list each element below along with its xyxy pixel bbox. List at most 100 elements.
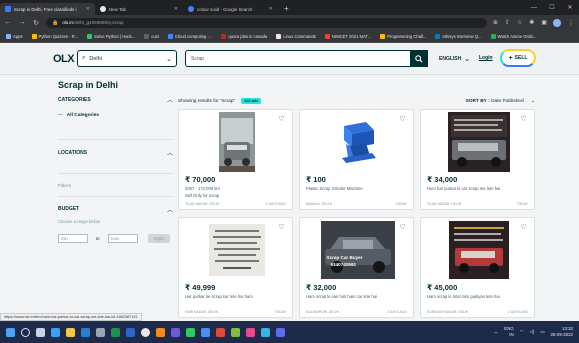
favorite-heart-icon[interactable]: ♡	[397, 221, 408, 232]
favorite-heart-icon[interactable]: ♡	[397, 113, 408, 124]
favorite-heart-icon[interactable]: ♡	[518, 113, 529, 124]
close-icon[interactable]: ✕	[269, 6, 273, 12]
location-value: Delhi	[89, 55, 102, 62]
bookmark-favicon-icon	[380, 33, 386, 39]
bookmark-item[interactable]: NIMCET 2021 MAT...	[324, 33, 371, 39]
bookmark-favicon-icon	[490, 33, 496, 39]
sell-button[interactable]: + SELL	[500, 49, 536, 67]
url-path: /delhi_g4058659/q-scrap	[72, 20, 124, 25]
poster-banner-text: Scrap Car Buyer	[326, 254, 363, 260]
app-icon[interactable]	[276, 327, 285, 337]
olx-logo[interactable]: OLX	[53, 53, 75, 65]
wifi-icon[interactable]: ◠	[520, 329, 524, 335]
app-icon[interactable]	[216, 327, 225, 337]
tab-google-search[interactable]: colour soiid - Google Search ✕	[183, 3, 278, 15]
app-icon[interactable]	[231, 327, 240, 337]
app-icon[interactable]	[261, 327, 270, 337]
url-field[interactable]: 🔒 olx.in/delhi_g4058659/q-scrap	[46, 17, 487, 28]
store-icon[interactable]	[81, 327, 90, 337]
listing-card[interactable]: ♡ ₹ 49,999 Har parkar ke scrap kar lete …	[178, 217, 293, 318]
favorite-heart-icon[interactable]: ♡	[276, 221, 287, 232]
search-button[interactable]	[410, 50, 428, 67]
listing-card[interactable]: Scrap Car Buyer 9340742691 ♡ ₹ 32,000 Ha…	[299, 217, 414, 318]
login-link[interactable]: Login	[479, 55, 493, 61]
share-icon[interactable]: ⇪	[505, 19, 510, 26]
apply-button[interactable]: Apply	[148, 234, 170, 243]
file-explorer-icon[interactable]	[66, 327, 75, 337]
to-label: to	[96, 236, 100, 241]
locations-heading[interactable]: LOCATIONS	[58, 150, 87, 156]
bookmark-item[interactable]: Watch Anime Onlin...	[490, 33, 537, 39]
bookmark-item[interactable]: Cloud computing -...	[167, 33, 212, 39]
sort-selector[interactable]: SORT BY : Date Published ⌄	[466, 99, 535, 104]
listing-card[interactable]: ♡ ₹ 45,000 Ham scrap ki total loss gadiy…	[420, 217, 535, 318]
car-poster-photo-icon	[448, 220, 509, 279]
input-language[interactable]: ENG IN	[504, 326, 514, 338]
listing-card[interactable]: ♡ ₹ 100 Plastic Scrap Grinder Machine BA…	[299, 109, 414, 210]
profile-avatar-icon[interactable]	[553, 18, 561, 27]
bookmark-item[interactable]: Linux Commands	[276, 33, 316, 39]
chevron-up-icon[interactable]: ︿	[167, 205, 173, 214]
bookmark-item[interactable]: Infosys Interview Q...	[435, 33, 482, 39]
word-icon[interactable]	[126, 327, 135, 337]
tab-new-tab[interactable]: New Tab ✕	[95, 3, 183, 15]
task-view-icon[interactable]	[36, 327, 45, 337]
puzzle-icon[interactable]: ✱	[529, 19, 534, 26]
excel-icon[interactable]	[111, 327, 120, 337]
bookmark-item[interactable]: Programming Chall...	[380, 33, 426, 39]
app-icon[interactable]	[171, 327, 180, 337]
bookmark-item[interactable]: quora jobs in canada	[221, 33, 267, 39]
chevron-up-icon[interactable]: ︿	[167, 148, 173, 157]
windows-start-icon[interactable]	[6, 327, 15, 337]
categories-heading[interactable]: CATEGORIES	[58, 97, 91, 103]
edge-icon[interactable]	[51, 327, 60, 337]
bookmark-item[interactable]: cust	[144, 33, 159, 39]
bookmark-item[interactable]: Python Quizzes - R...	[31, 33, 78, 39]
back-arrow-icon[interactable]: ←	[4, 19, 12, 26]
maximize-icon[interactable]: ☐	[543, 4, 561, 11]
battery-icon[interactable]: ▭	[540, 329, 544, 335]
search-input[interactable]: Scrap	[185, 50, 428, 67]
whatsapp-icon[interactable]	[186, 327, 195, 337]
close-icon[interactable]: ✕	[86, 6, 90, 12]
mail-icon[interactable]	[96, 327, 105, 337]
bookmark-item[interactable]: Solve Python | Hack...	[87, 33, 135, 39]
favorite-heart-icon[interactable]: ♡	[276, 113, 287, 124]
clock[interactable]: 13:32 28-09-2022	[551, 326, 573, 338]
listing-date: 2 DAYS AGO	[386, 310, 407, 314]
extension-icon[interactable]: ⊕	[493, 19, 498, 26]
app-icon[interactable]	[156, 327, 165, 337]
language-selector[interactable]: ENGLISH ⌄	[439, 55, 470, 63]
bookmark-apps[interactable]: Apps	[6, 33, 23, 39]
volume-icon[interactable]: ◁)	[530, 329, 535, 335]
close-icon[interactable]: ✕	[174, 6, 178, 12]
new-tab-plus-icon[interactable]: +	[278, 3, 295, 15]
search-icon[interactable]	[21, 327, 30, 337]
app-icon[interactable]	[201, 327, 210, 337]
star-icon[interactable]: ☆	[517, 19, 522, 26]
category-all[interactable]: — All Categories	[58, 113, 99, 118]
minimize-icon[interactable]: —	[525, 5, 543, 11]
chevron-up-icon[interactable]: ︿	[494, 329, 498, 335]
menu-kebab-icon[interactable]: ⋮	[567, 19, 575, 27]
listing-card[interactable]: ♡ ₹ 70,000 2007 - 172,000 km Sell Only f…	[178, 109, 293, 210]
car-photo-icon	[218, 111, 255, 172]
window-close-icon[interactable]: ✕	[561, 4, 579, 11]
budget-heading[interactable]: BUDGET	[58, 206, 79, 212]
sidebar-icon[interactable]: ▣	[541, 19, 547, 26]
location-selector[interactable]: ⌕ Delhi ⌄	[77, 50, 177, 67]
chevron-up-icon[interactable]: ︿	[167, 95, 173, 104]
max-price-input[interactable]: max	[108, 234, 138, 243]
listing-card[interactable]: ♡ ₹ 34,000 Hum har purkar ki car scrap m…	[420, 109, 535, 210]
bookmark-favicon-icon	[144, 33, 150, 39]
min-price-input[interactable]: min	[58, 234, 88, 243]
app-icon[interactable]	[246, 327, 255, 337]
sort-value: Date Published	[491, 98, 524, 104]
forward-arrow-icon[interactable]: →	[18, 19, 26, 26]
reload-icon[interactable]: ↻	[32, 19, 40, 27]
chrome-icon[interactable]	[141, 327, 150, 337]
bookmark-label: Watch Anime Onlin...	[497, 33, 537, 39]
listing-date: 2 DAYS AGO	[507, 310, 528, 314]
tab-olx[interactable]: Scrap in Delhi, Free classifieds i ✕	[0, 3, 95, 15]
favorite-heart-icon[interactable]: ♡	[518, 221, 529, 232]
